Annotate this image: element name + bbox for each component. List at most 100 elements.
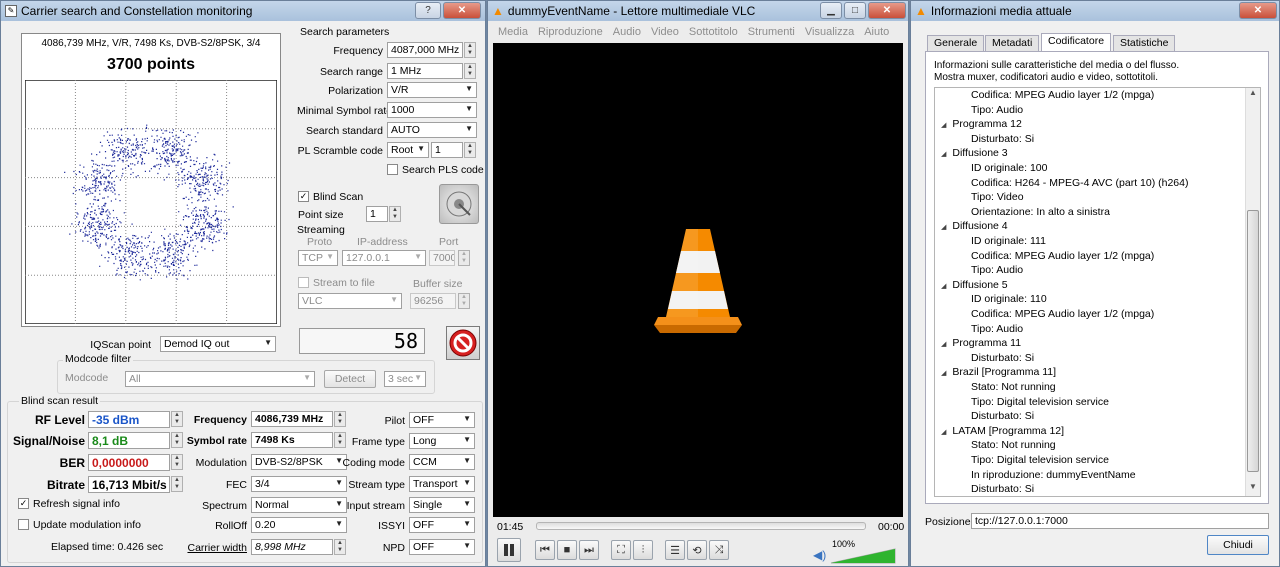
range-spin[interactable]: ▲ ▼ <box>464 63 476 79</box>
detect-button[interactable]: Detect <box>324 370 376 388</box>
scan-antenna-button[interactable] <box>439 184 479 224</box>
expand-arrow-icon[interactable]: ◢ <box>941 429 946 436</box>
stop-button[interactable] <box>446 326 480 360</box>
buffer-size-spin[interactable]: ▲ ▼ <box>458 293 470 309</box>
volume-slider[interactable] <box>830 548 896 564</box>
point-size-spin[interactable]: ▲ ▼ <box>389 206 401 222</box>
menu-audio[interactable]: Audio <box>613 26 641 38</box>
npd-select[interactable]: OFF <box>409 539 475 555</box>
tree-node[interactable]: ◢ Programma 12 <box>941 118 1022 130</box>
tree-node[interactable]: ◢ Programma 11 <box>941 337 1021 349</box>
proto-select[interactable]: TCP <box>298 250 338 266</box>
frequency-spin[interactable]: ▲ ▼ <box>464 42 476 58</box>
scroll-down-icon[interactable]: ▼ <box>1246 482 1260 496</box>
vlc-minimize-button[interactable]: ▁ <box>820 2 842 19</box>
menu-video[interactable]: Video <box>651 26 679 38</box>
play-button[interactable] <box>497 538 521 562</box>
spectrum-select[interactable]: Normal <box>251 497 347 513</box>
extended-settings-button[interactable]: ⫶ <box>633 540 653 560</box>
pl-mode-select[interactable]: Root <box>387 142 429 158</box>
modcode-select[interactable]: All <box>125 371 315 387</box>
snr-label: Signal/Noise <box>12 434 85 448</box>
ip-select[interactable]: 127.0.0.1 <box>342 250 426 266</box>
tree-node[interactable]: ◢ Brazil [Programma 11] <box>941 366 1056 378</box>
tree-scrollbar[interactable]: ▲ ▼ <box>1245 88 1260 496</box>
buffer-size-label: Buffer size <box>413 278 463 290</box>
pilot-select[interactable]: OFF <box>409 412 475 428</box>
detect-timeout-select[interactable]: 3 sec <box>384 371 426 387</box>
position-input[interactable]: tcp://127.0.0.1:7000 <box>971 513 1269 529</box>
port-spin[interactable]: ▲ ▼ <box>458 250 470 266</box>
search-pls-checkbox[interactable] <box>387 164 398 175</box>
info-close-button[interactable]: ✕ <box>1239 2 1277 19</box>
menu-visualizza[interactable]: Visualizza <box>805 26 854 38</box>
expand-arrow-icon[interactable]: ◢ <box>941 151 946 158</box>
vlc-close-button[interactable]: ✕ <box>868 2 906 19</box>
tab-codificatore[interactable]: Codificatore <box>1041 33 1112 51</box>
shuffle-button[interactable]: ⤨ <box>709 540 729 560</box>
rolloff-select[interactable]: 0.20 <box>251 517 347 533</box>
stream-type-select[interactable]: Transport <box>409 476 475 492</box>
carrier-width-label: Carrier width <box>187 542 247 554</box>
min-symbol-rate-select[interactable]: 1000 <box>387 102 477 118</box>
help-button[interactable]: ? <box>415 2 441 19</box>
update-modulation-checkbox[interactable] <box>18 519 29 530</box>
pl-code-spin[interactable]: ▲ ▼ <box>464 142 476 158</box>
frame-type-select[interactable]: Long <box>409 433 475 449</box>
coding-mode-select[interactable]: CCM <box>409 454 475 470</box>
skip-back-icon: ⏮ <box>540 543 550 556</box>
next-button[interactable]: ⏭ <box>579 540 599 560</box>
polarization-select[interactable]: V/R <box>387 82 477 98</box>
menu-riproduzione[interactable]: Riproduzione <box>538 26 603 38</box>
tab-statistiche[interactable]: Statistiche <box>1113 35 1176 51</box>
tree-node[interactable]: ◢ LATAM [Programma 12] <box>941 425 1064 437</box>
fullscreen-button[interactable]: ⛶ <box>611 540 631 560</box>
menu-strumenti[interactable]: Strumenti <box>748 26 795 38</box>
refresh-signal-checkbox[interactable]: ✓ <box>18 498 29 509</box>
result-symbol-rate-label: Symbol rate <box>186 435 247 447</box>
frequency-input[interactable]: 4087,000 MHz <box>387 42 463 58</box>
modulation-select[interactable]: DVB-S2/8PSK <box>251 454 347 470</box>
tree-node[interactable]: ◢ Diffusione 5 <box>941 279 1008 291</box>
tree-node[interactable]: ◢ Diffusione 3 <box>941 147 1008 159</box>
close-button[interactable]: ✕ <box>443 2 481 19</box>
menu-media[interactable]: Media <box>498 26 528 38</box>
expand-arrow-icon[interactable]: ◢ <box>941 341 946 348</box>
expand-arrow-icon[interactable]: ◢ <box>941 283 946 290</box>
iq-scan-select[interactable]: Demod IQ out <box>160 336 276 352</box>
pl-code-input[interactable]: 1 <box>431 142 463 158</box>
expand-arrow-icon[interactable]: ◢ <box>941 122 946 129</box>
chiudi-button[interactable]: Chiudi <box>1207 535 1269 555</box>
blind-scan-checkbox[interactable]: ✓ <box>298 191 309 202</box>
previous-button[interactable]: ⏮ <box>535 540 555 560</box>
codec-tree[interactable]: Codifica: MPEG Audio layer 1/2 (mpga) Tip… <box>934 87 1261 497</box>
search-standard-select[interactable]: AUTO <box>387 122 477 138</box>
expand-arrow-icon[interactable]: ◢ <box>941 224 946 231</box>
point-size-input[interactable]: 1 <box>366 206 388 222</box>
tab-metadati[interactable]: Metadati <box>985 35 1040 51</box>
scroll-up-icon[interactable]: ▲ <box>1246 88 1260 102</box>
video-area[interactable] <box>493 43 903 517</box>
issyi-select[interactable]: OFF <box>409 517 475 533</box>
volume-icon[interactable]: ◀) <box>813 548 826 562</box>
buffer-size-input[interactable]: 96256 <box>410 293 456 309</box>
menu-sottotitolo[interactable]: Sottotitolo <box>689 26 738 38</box>
tree-node[interactable]: ◢ Diffusione 4 <box>941 220 1008 232</box>
range-input[interactable]: 1 MHz <box>387 63 463 79</box>
player-select[interactable]: VLC <box>298 293 402 309</box>
stop-playback-button[interactable]: ■ <box>557 540 577 560</box>
input-stream-select[interactable]: Single <box>409 497 475 513</box>
playlist-button[interactable]: ☰ <box>665 540 685 560</box>
stream-to-file-checkbox[interactable] <box>298 277 309 288</box>
vlc-maximize-button[interactable]: □ <box>844 2 866 19</box>
tab-generale[interactable]: Generale <box>927 35 985 51</box>
search-pls-label: Search PLS code <box>402 164 484 176</box>
loop-button[interactable]: ⟲ <box>687 540 707 560</box>
scroll-thumb[interactable] <box>1247 210 1259 472</box>
menu-aiuto[interactable]: Aiuto <box>864 26 889 38</box>
fec-select[interactable]: 3/4 <box>251 476 347 492</box>
expand-arrow-icon[interactable]: ◢ <box>941 370 946 377</box>
range-label: Search range <box>319 66 383 78</box>
seek-bar[interactable] <box>536 522 866 530</box>
port-input[interactable]: 7000 <box>429 250 455 266</box>
